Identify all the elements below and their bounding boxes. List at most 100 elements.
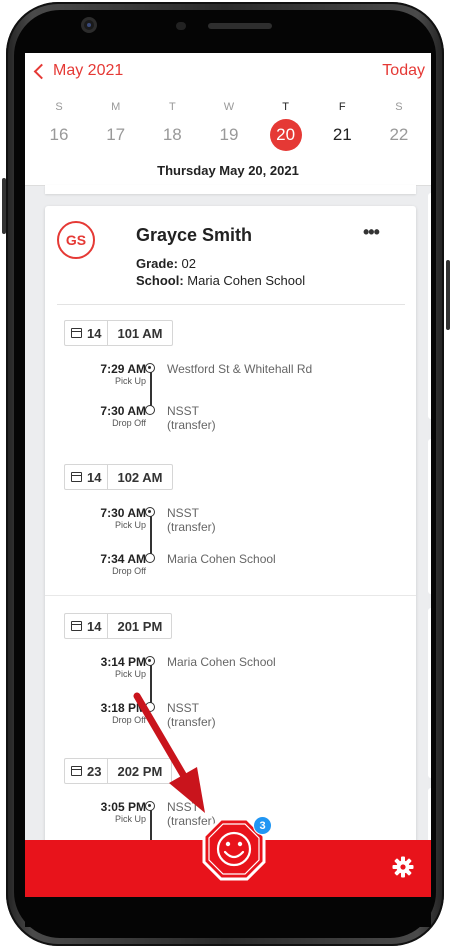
bottom-bar: 3: [25, 816, 431, 897]
month-label: May 2021: [53, 62, 124, 79]
stop-row: 3:14 PM Pick Up Maria Cohen School: [45, 655, 416, 695]
student-avatar: GS: [57, 221, 95, 259]
stop-location: NSST (transfer): [167, 404, 216, 432]
day-number: 22: [389, 125, 409, 144]
stop-time: 7:34 AM: [100, 552, 146, 566]
day-saturday[interactable]: S 22: [377, 101, 421, 151]
stop-location: NSST (transfer): [167, 506, 216, 534]
stop-marker-icon: [145, 405, 155, 415]
previous-card-edge: [45, 185, 416, 194]
stop-type: Drop Off: [112, 566, 146, 576]
route-chip[interactable]: 14 201 PM: [64, 613, 173, 639]
stop-time: 3:05 PM: [100, 800, 146, 814]
grade-value: 02: [181, 256, 196, 271]
student-card: GS Grayce Smith ••• Grade: 02 School: Ma…: [45, 206, 416, 897]
stop-marker-icon: [145, 507, 155, 517]
bus-icon: [71, 620, 82, 632]
day-of-week-label: F: [338, 101, 346, 113]
student-grade: Grade: 02: [136, 256, 196, 271]
route-name: 102 AM: [117, 469, 163, 485]
day-sunday[interactable]: S 16: [37, 101, 81, 151]
route-chip[interactable]: 23 202 PM: [64, 758, 173, 784]
bus-icon: [71, 327, 82, 339]
stop-type: Pick Up: [114, 376, 146, 386]
stop-location: Maria Cohen School: [167, 655, 276, 669]
stop-time: 3:18 PM: [100, 701, 146, 715]
front-camera: [84, 20, 94, 30]
stop-marker-icon: [145, 656, 155, 666]
student-name: Grayce Smith: [136, 225, 253, 245]
bus-icon: [71, 765, 82, 777]
school-value: Maria Cohen School: [187, 273, 306, 288]
stop-row: 7:34 AM Drop Off Maria Cohen School: [45, 552, 416, 592]
day-number: 19: [219, 125, 239, 144]
day-wednesday[interactable]: W 19: [207, 101, 251, 151]
stop-row: 7:29 AM Pick Up Westford St & Whitehall …: [45, 362, 416, 402]
stop-location: NSST (transfer): [167, 701, 216, 729]
selected-date-title: Thursday May 20, 2021: [157, 163, 299, 178]
phone-power-button: [446, 260, 450, 330]
stop-row: 3:18 PM Drop Off NSST (transfer): [45, 701, 416, 741]
more-options-button[interactable]: •••: [363, 222, 380, 243]
next-card-peek: [428, 608, 431, 778]
today-button[interactable]: Today: [382, 62, 425, 80]
stop-row: 7:30 AM Drop Off NSST (transfer): [45, 404, 416, 444]
bus-number: 14: [87, 618, 102, 634]
day-number: 21: [332, 125, 352, 144]
next-student-card-peek[interactable]: [428, 193, 431, 419]
notification-badge: 3: [253, 816, 272, 835]
stop-marker-icon: [145, 363, 155, 373]
calendar-header: May 2021 Today S 16 M 17 T 18 W 19 T 20: [25, 53, 431, 186]
day-monday[interactable]: M 17: [94, 101, 138, 151]
stop-time: 3:14 PM: [100, 655, 146, 669]
day-number: 18: [162, 125, 182, 144]
stop-marker-icon: [145, 702, 155, 712]
stop-time: 7:30 AM: [100, 404, 146, 418]
day-number: 17: [106, 125, 126, 144]
stop-type: Drop Off: [112, 715, 146, 725]
day-thursday-selected[interactable]: T 20: [264, 101, 308, 151]
chevron-left-icon: [33, 63, 50, 80]
stop-type: Pick Up: [114, 520, 146, 530]
section-divider: [45, 595, 416, 596]
stop-marker-icon: [145, 801, 155, 811]
bus-number: 14: [87, 469, 102, 485]
next-card-peek: [428, 788, 431, 848]
app-screen: May 2021 Today S 16 M 17 T 18 W 19 T 20: [25, 53, 431, 897]
stop-location: Westford St & Whitehall Rd: [167, 362, 313, 376]
stop-row: 7:30 AM Pick Up NSST (transfer): [45, 506, 416, 546]
stop-type: Pick Up: [114, 814, 146, 824]
route-chip[interactable]: 14 101 AM: [64, 320, 173, 346]
stop-marker-icon: [145, 553, 155, 563]
divider: [57, 304, 405, 305]
phone-chin: [25, 897, 431, 927]
previous-month-button[interactable]: May 2021: [33, 62, 124, 80]
stop-type: Pick Up: [114, 669, 146, 679]
gear-icon[interactable]: [391, 855, 415, 879]
stop-type: Drop Off: [112, 418, 146, 428]
day-number: 16: [49, 125, 69, 144]
bus-number: 14: [87, 325, 102, 341]
day-of-week-label: M: [111, 101, 121, 113]
stop-time: 7:29 AM: [100, 362, 146, 376]
day-of-week-label: S: [55, 101, 63, 113]
stop-location: Maria Cohen School: [167, 552, 276, 566]
student-school: School: Maria Cohen School: [136, 273, 305, 288]
day-number: 20: [269, 119, 302, 151]
school-label: School:: [136, 273, 184, 288]
day-tuesday[interactable]: T 18: [150, 101, 194, 151]
route-name: 201 PM: [117, 618, 163, 634]
next-card-peek: [428, 439, 431, 594]
phone-volume-button: [2, 178, 6, 234]
grade-label: Grade:: [136, 256, 178, 271]
route-name: 101 AM: [117, 325, 163, 341]
route-chip[interactable]: 14 102 AM: [64, 464, 173, 490]
day-friday[interactable]: F 21: [320, 101, 364, 151]
bus-number: 23: [87, 763, 102, 779]
earpiece-speaker: [208, 23, 272, 29]
route-name: 202 PM: [117, 763, 163, 779]
day-of-week-label: T: [168, 101, 176, 113]
stop-time: 7:30 AM: [100, 506, 146, 520]
bus-icon: [71, 471, 82, 483]
week-strip: S 16 M 17 T 18 W 19 T 20 F 21 S 22: [37, 101, 421, 151]
